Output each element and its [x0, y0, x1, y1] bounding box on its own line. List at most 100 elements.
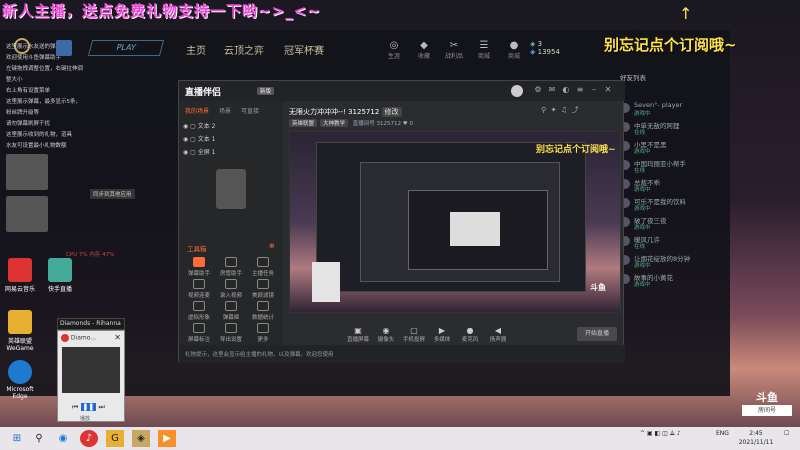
bottom-toolbar: 开始直播 ▣ 直播屏幕 ◉ 摄像头 ▢ 手机投屏 ▶ 多媒体 ● 麦克风 ◀ 扬声器: [285, 325, 625, 345]
friend-item[interactable]: 可乐不是我的饮料 游戏中: [617, 195, 730, 214]
desktop-icon-netease[interactable]: 网易云音乐: [0, 258, 40, 293]
friend-item[interactable]: 让烟花绽放的8分钟 游戏中: [617, 252, 730, 271]
profile-icon[interactable]: ◎ 生涯: [380, 40, 408, 60]
next-icon[interactable]: ⏭: [99, 403, 105, 411]
bottom-tool-button[interactable]: ▶ 多媒体: [429, 326, 455, 343]
collection-icon[interactable]: ◆ 收藏: [410, 40, 438, 60]
tool-button[interactable]: 弹幕助手: [185, 257, 213, 277]
store-icon[interactable]: ☰ 商城: [470, 40, 498, 60]
tool-button[interactable]: 主播任务: [249, 257, 277, 277]
friend-item[interactable]: 中国玛丽亚小帮手 在线: [617, 157, 730, 176]
edit-room-button[interactable]: 修改: [381, 107, 402, 117]
edge-taskbar-icon[interactable]: ◉: [54, 430, 72, 447]
friend-item[interactable]: Seven°- player 游戏中: [617, 100, 730, 119]
friend-item[interactable]: 小黑不是黑 游戏中: [617, 138, 730, 157]
tool-label: 更多: [257, 337, 269, 343]
mini-box: 同步到其他应用: [90, 189, 135, 199]
tab-home[interactable]: 主页: [186, 42, 206, 57]
tool-button[interactable]: 房管助手: [217, 257, 245, 277]
tool-icon: [225, 257, 237, 267]
close-icon[interactable]: ✕: [114, 333, 121, 342]
friend-status: 游戏中: [634, 282, 651, 288]
bottom-tool-label: 摄像头: [377, 337, 395, 343]
menu-icon[interactable]: ≡: [575, 85, 585, 95]
streamer-taskbar-icon[interactable]: ▶: [158, 430, 176, 447]
tool-button[interactable]: 弹幕姬: [217, 301, 245, 321]
language-indicator[interactable]: ENG: [716, 430, 729, 437]
desktop-icon-edge[interactable]: Microsoft Edge: [0, 360, 40, 400]
friend-status: 游戏中: [634, 149, 651, 155]
friend-item[interactable]: 暖风几许 在线: [617, 233, 730, 252]
music-thumbnail[interactable]: Diamo... ✕ ⏮ ❚❚ ⏭ 播放: [57, 330, 125, 422]
bottom-tool-button[interactable]: ▢ 手机投屏: [401, 326, 427, 343]
taskbar: ⊞ ⚲ ◉ ♪ G ◈ ▶ ^ ▣ ◧ ◫ ⟁ ♪ ENG 2:45 2021/…: [0, 427, 800, 450]
wegame-taskbar-icon[interactable]: G: [106, 430, 124, 447]
tool-icon: [193, 301, 205, 311]
bottom-tool-button[interactable]: ◉ 摄像头: [373, 326, 399, 343]
close-window-icon[interactable]: ✕: [603, 85, 613, 95]
shop-icon[interactable]: ● 商城: [500, 40, 528, 60]
settings-icon[interactable]: ⚙: [533, 85, 543, 95]
search-icon[interactable]: ⚲: [30, 430, 48, 447]
source-row[interactable]: ◉ ▢ 文本 2: [183, 121, 215, 130]
netease-small-icon: [61, 334, 69, 342]
loot-icon[interactable]: ✂ 战利品: [440, 40, 468, 60]
room-tools: ⚲ ✦ ♫ ⤴: [541, 105, 579, 115]
windows-start-icon[interactable]: ⊞: [8, 430, 26, 447]
tool-button[interactable]: 更多: [249, 323, 277, 343]
friend-item[interactable]: 总裁不乖 游戏中: [617, 176, 730, 195]
tool-button[interactable]: 视频连麦: [185, 279, 213, 299]
source-row[interactable]: ◉ ▢ 全屏 1: [183, 147, 215, 156]
tab-scenes[interactable]: 场景: [219, 106, 231, 115]
pause-icon[interactable]: ❚❚: [80, 403, 97, 411]
desktop-icon-wegame[interactable]: 英雄联盟WeGame: [0, 310, 40, 352]
eye-icon[interactable]: ◉: [183, 149, 188, 156]
tray-icons[interactable]: ^ ▣ ◧ ◫ ⟁ ♪: [640, 430, 681, 438]
tool-button[interactable]: 屏幕标注: [185, 323, 213, 343]
source-row[interactable]: ◉ ▢ 文本 1: [183, 134, 215, 143]
bottom-tool-button[interactable]: ● 麦克风: [457, 326, 483, 343]
eye-icon[interactable]: ◉: [183, 136, 188, 143]
prev-icon[interactable]: ⏮: [72, 403, 78, 411]
friend-status: 在线: [634, 168, 646, 174]
subscribe-banner: 别忘记点个订阅哦~: [604, 36, 737, 54]
desktop-icon-kuaishou[interactable]: 快手直播: [40, 258, 80, 293]
pause-label: 播放: [80, 416, 91, 422]
tab-my-scenes[interactable]: 我的场景: [185, 106, 209, 115]
tab-clash[interactable]: 冠军杯赛: [284, 42, 324, 57]
tool-label: 录入视频: [219, 293, 242, 299]
gift-icon[interactable]: ✦: [551, 106, 557, 114]
note-line: 这里展示收到的礼物，道具: [6, 132, 73, 138]
skin-icon[interactable]: ◐: [561, 85, 571, 95]
tool-button[interactable]: 虚拟形象: [185, 301, 213, 321]
message-icon[interactable]: ✉: [547, 85, 557, 95]
tab-tft[interactable]: 云顶之弈: [224, 42, 264, 57]
avatar[interactable]: [511, 85, 523, 97]
lol-taskbar-icon[interactable]: ◈: [132, 430, 150, 447]
notification-icon[interactable]: ☐: [784, 430, 789, 437]
tool-button[interactable]: 数据统计: [249, 301, 277, 321]
tool-button[interactable]: 导出设置: [217, 323, 245, 343]
friend-item[interactable]: 破了夜三夜 游戏中: [617, 214, 730, 233]
share-icon[interactable]: ⚲: [541, 106, 546, 114]
eye-icon[interactable]: ◉: [183, 123, 188, 130]
start-stream-button[interactable]: 开始直播: [577, 327, 617, 341]
bottom-tool-button[interactable]: ◀ 扬声器: [485, 326, 511, 343]
bottom-tool-button[interactable]: ▣ 直播屏幕: [345, 326, 371, 343]
tool-icon: [257, 323, 269, 333]
clock[interactable]: 2:45 2021/11/11: [736, 429, 776, 447]
friend-item[interactable]: 故事的小黄花 游戏中: [617, 271, 730, 290]
tool-button[interactable]: 美颜滤镜: [249, 279, 277, 299]
minimize-icon[interactable]: –: [589, 85, 599, 95]
bell-icon[interactable]: ♫: [561, 106, 567, 114]
tool-icon: [193, 279, 205, 289]
app-icon[interactable]: [56, 40, 72, 56]
room-subtitle: 英雄联盟 大神教学 直播间号 3125712 ♥ 0: [289, 119, 413, 127]
tool-button[interactable]: 录入视频: [217, 279, 245, 299]
link-icon[interactable]: ⤴: [572, 106, 579, 114]
friend-item[interactable]: 中单无敌的阿狸 在线: [617, 119, 730, 138]
add-tool-icon[interactable]: ⊕: [269, 242, 275, 250]
netease-taskbar-icon[interactable]: ♪: [80, 430, 98, 447]
play-button[interactable]: PLAY: [87, 40, 165, 56]
tab-direct[interactable]: 可直接: [241, 106, 259, 115]
